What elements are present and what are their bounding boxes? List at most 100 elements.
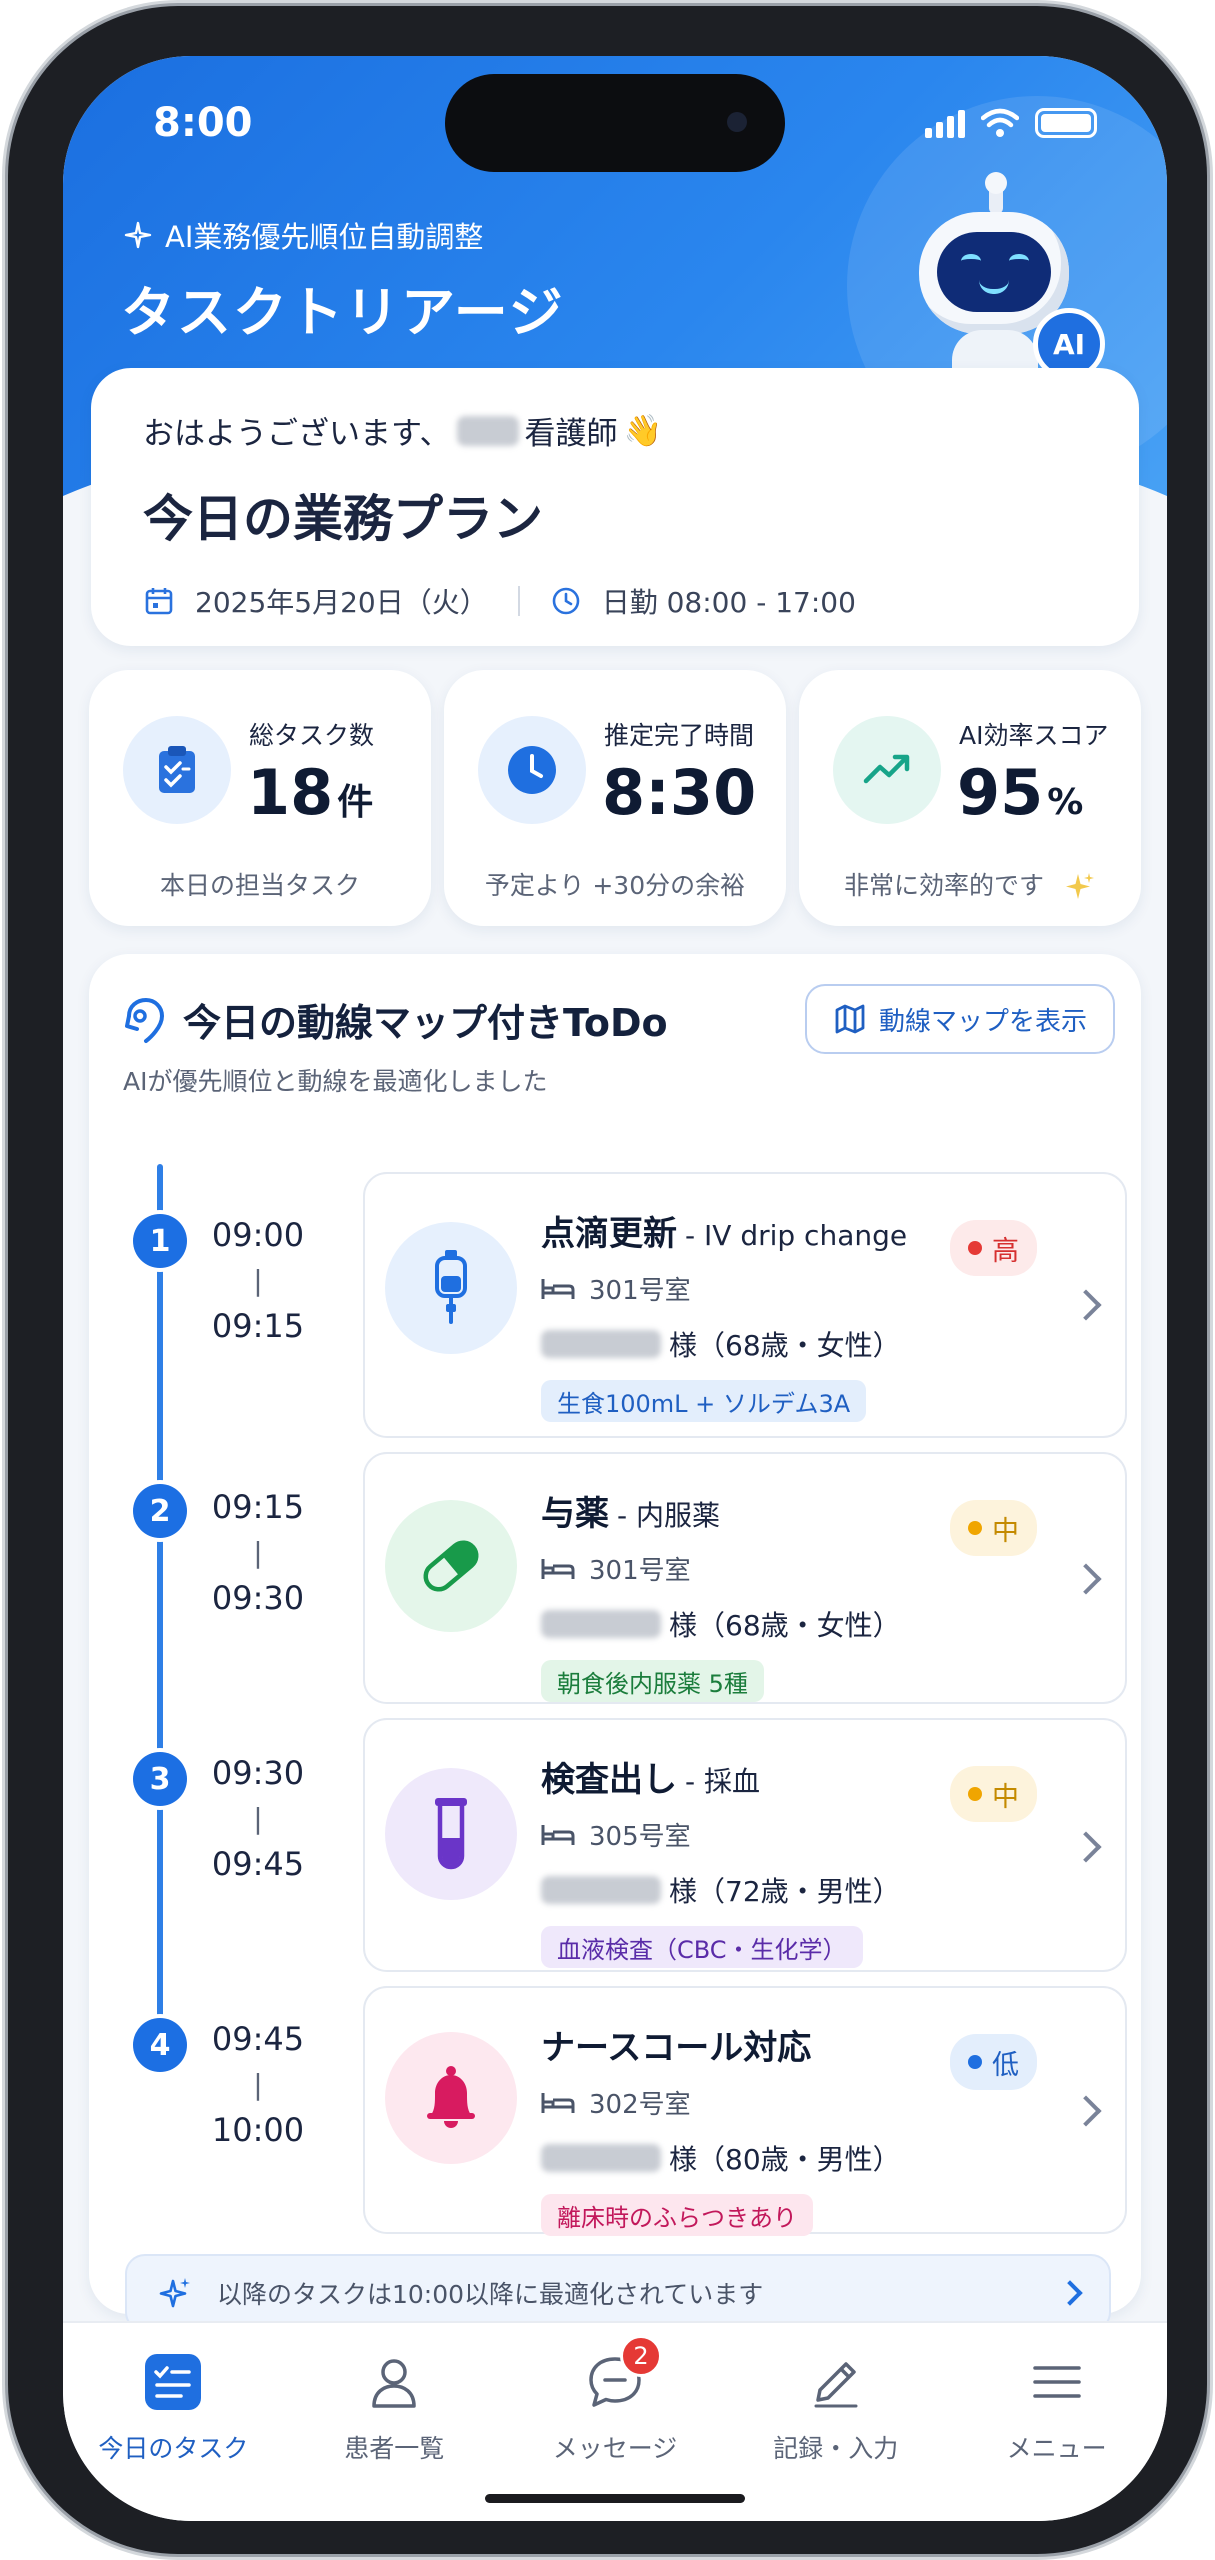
redacted-patient-name (541, 1610, 661, 1638)
header-subtitle-text: AI業務優先順位自動調整 (165, 220, 484, 254)
pill-icon (385, 1500, 517, 1632)
step-number: 2 (133, 1484, 187, 1538)
signal-icon (925, 110, 965, 138)
task-room: 301号室 (541, 1270, 691, 1307)
todo-subtitle: AIが優先順位と動線を最適化しました (123, 1067, 548, 1096)
sparkle-icon (1065, 873, 1094, 899)
bed-icon (541, 2092, 575, 2113)
wifi-icon (981, 108, 1019, 137)
plan-date: 2025年5月20日（火） (195, 586, 488, 619)
patient-info: 様（68歳・女性） (541, 1604, 901, 1644)
status-time: 8:00 (153, 100, 253, 146)
task-tag: 生食100mL + ソルデム3A (541, 1380, 867, 1422)
time-range: 09:00 | 09:15 (203, 1216, 313, 1345)
stat-note: 本日の担当タスク (159, 871, 360, 900)
stat-number: 18 (247, 756, 334, 829)
priority-label: 中 (992, 1781, 1019, 1813)
chat-icon: 2 (584, 2335, 662, 2413)
task-title-en: - 内服薬 (617, 1499, 721, 1532)
time-separator: | (253, 1802, 263, 1835)
route-map-icon (119, 994, 171, 1050)
task-room: 302号室 (541, 2084, 691, 2121)
task-tag: 血液検査（CBC・生化学） (541, 1926, 863, 1968)
time-start: 09:00 (211, 1216, 305, 1254)
plan-shift: 日勤 08:00 - 17:00 (601, 586, 856, 619)
stat-note: 非常に効率的です (799, 866, 1141, 904)
task-title-en: - 採血 (685, 1765, 761, 1798)
nav-label: 記録・入力 (773, 2434, 899, 2463)
room-number: 301号室 (589, 1556, 691, 1586)
chevron-right-icon[interactable] (1070, 1289, 1102, 1321)
pencil-icon (805, 2351, 867, 2413)
nav-item-menu[interactable]: メニュー (946, 2323, 1167, 2521)
time-start: 09:30 (211, 1754, 305, 1792)
chevron-right-icon[interactable] (1070, 2095, 1102, 2127)
task-card-blood-test[interactable]: 検査出し - 採血 305号室 様（72歳・男性） 血液検査（CBC・生化学） 中 (363, 1718, 1127, 1972)
stat-card-ai-score[interactable]: AI効率スコア 95% 非常に効率的です (799, 670, 1141, 926)
unread-badge: 2 (619, 2335, 662, 2377)
stat-number: 8:30 (602, 756, 757, 829)
sparkle-icon (159, 2278, 190, 2308)
sparkle-icon (124, 221, 152, 249)
calendar-icon (145, 588, 173, 615)
stat-label: 推定完了時間 (604, 721, 755, 750)
nav-item-today-tasks[interactable]: 今日のタスク (63, 2323, 284, 2521)
patient-info: 様（68歳・女性） (541, 1324, 901, 1364)
meta-divider (517, 586, 520, 616)
home-indicator[interactable] (485, 2494, 745, 2503)
stat-card-completion-time[interactable]: 推定完了時間 8:30 予定より +30分の余裕 (444, 670, 786, 926)
redacted-patient-name (541, 1330, 661, 1358)
task-card-iv-drip[interactable]: 点滴更新 - IV drip change 301号室 様（68歳・女性） 生食1… (363, 1172, 1127, 1438)
chevron-right-icon[interactable] (1070, 1831, 1102, 1863)
time-range: 09:15 | 09:30 (203, 1488, 313, 1617)
bottom-nav: 今日のタスク 患者一覧 2 メッセージ 記録・入力 メニュー (63, 2321, 1167, 2521)
room-number: 305号室 (589, 1822, 691, 1852)
redacted-patient-name (541, 1876, 661, 1904)
priority-label: 中 (992, 1515, 1019, 1547)
todo-title: 今日の動線マップ付きToDo (183, 1001, 668, 1045)
bed-icon (541, 1278, 575, 1299)
nav-item-messages[interactable]: 2 メッセージ (505, 2323, 726, 2521)
dynamic-island (445, 74, 785, 172)
stat-number: 95 (957, 756, 1044, 829)
clock-small-icon (552, 587, 580, 615)
stat-value: 95% (957, 756, 1083, 829)
status-icons (925, 108, 1097, 138)
task-card-nurse-call[interactable]: ナースコール対応 302号室 様（80歳・男性） 離床時のふらつきあり 低 (363, 1986, 1127, 2236)
task-title-ja: 検査出し (541, 1760, 677, 1800)
task-tag: 離床時のふらつきあり (541, 2194, 813, 2236)
show-route-map-button[interactable]: 動線マップを表示 (804, 984, 1115, 1054)
time-separator: | (253, 1536, 263, 1569)
wave-emoji: 👋 (623, 413, 663, 449)
bell-icon (385, 2032, 517, 2164)
stat-note-text: 非常に効率的です (844, 871, 1045, 900)
banner-text: 以降のタスクは10:00以降に最適化されています (217, 2280, 764, 2309)
step-number: 1 (133, 1214, 187, 1268)
time-start: 09:45 (211, 2020, 305, 2058)
task-title: 検査出し - 採血 (541, 1752, 760, 1801)
chevron-right-icon (1057, 2280, 1083, 2306)
bed-icon (541, 1824, 575, 1845)
patient-detail: 様（68歳・女性） (669, 1329, 901, 1362)
task-room: 301号室 (541, 1550, 691, 1587)
greeting-line: おはようございます、 看護師 👋 (143, 408, 1087, 453)
greeting-suffix: 看護師 (524, 416, 618, 452)
task-title-ja: ナースコール対応 (541, 2028, 812, 2068)
nav-label: メッセージ (552, 2434, 678, 2463)
timeline-line (157, 1164, 163, 2034)
step-number: 4 (133, 2018, 187, 2072)
task-card-medication[interactable]: 与薬 - 内服薬 301号室 様（68歳・女性） 朝食後内服薬 5種 中 (363, 1452, 1127, 1704)
chevron-right-icon[interactable] (1070, 1563, 1102, 1595)
task-tag: 朝食後内服薬 5種 (541, 1660, 764, 1702)
menu-icon (1026, 2351, 1088, 2413)
stat-card-total-tasks[interactable]: 総タスク数 18 件 本日の担当タスク (89, 670, 431, 926)
room-number: 301号室 (589, 1276, 691, 1306)
plan-title: 今日の業務プラン (143, 490, 543, 548)
priority-label: 低 (992, 2049, 1019, 2081)
nav-item-patients[interactable]: 患者一覧 (284, 2323, 505, 2521)
redacted-name (456, 415, 519, 446)
todo-section: 今日の動線マップ付きToDo AIが優先順位と動線を最適化しました 動線マップを… (89, 954, 1141, 2332)
task-title: 点滴更新 - IV drip change (541, 1206, 907, 1255)
nav-item-records[interactable]: 記録・入力 (725, 2323, 946, 2521)
patient-detail: 様（80歳・男性） (669, 2143, 901, 2176)
